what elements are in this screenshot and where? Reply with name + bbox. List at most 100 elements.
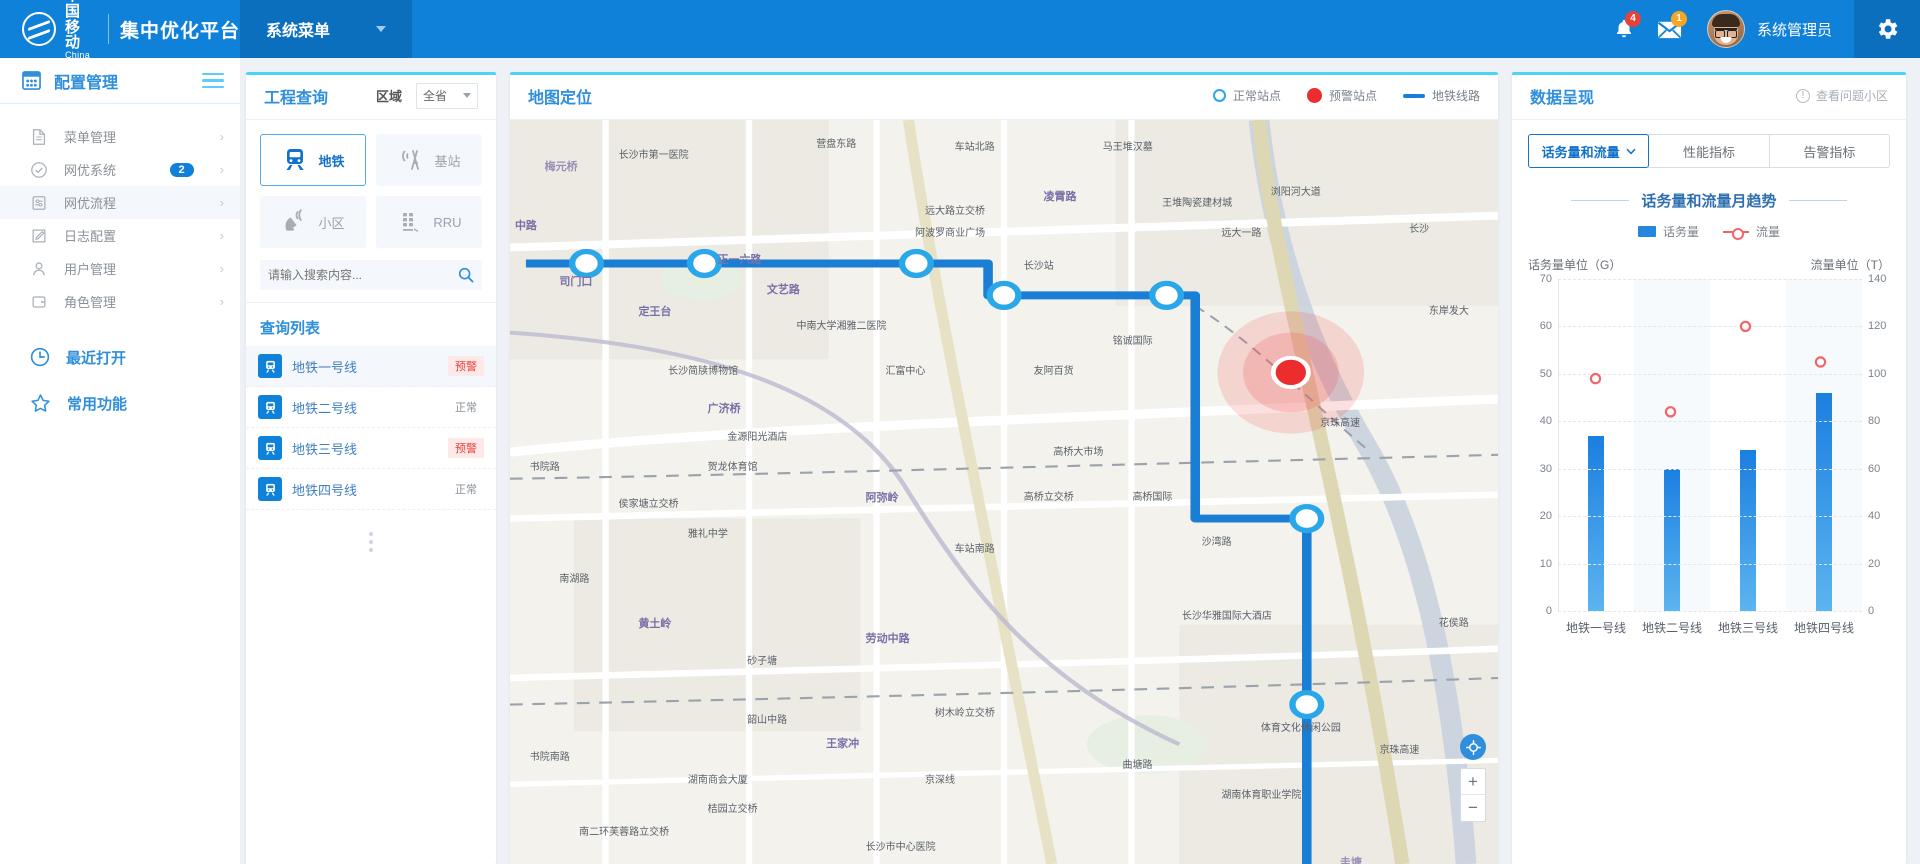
query-list-item-3[interactable]: 地铁四号线 正常 — [246, 469, 496, 510]
chevron-right-icon: › — [219, 195, 224, 210]
header-right: 4 1 系统管理员 — [1601, 0, 1920, 58]
map-label-41: 长沙华雅国际大酒店 — [1181, 611, 1272, 623]
chart-bar-2[interactable] — [1740, 449, 1756, 611]
chevron-right-icon: › — [219, 129, 224, 144]
query-tile-label: RRU — [433, 214, 462, 230]
chart-line-point-0[interactable] — [1589, 372, 1602, 385]
sidebar-item-recent[interactable]: 最近打开 — [0, 334, 240, 380]
data-tab-0[interactable]: 话务量和流量 — [1528, 134, 1650, 168]
search-box[interactable] — [260, 260, 482, 290]
data-panel-tabs: 话务量和流量 性能指标 告警指标 — [1512, 120, 1906, 168]
sidebar-toggle-button[interactable] — [202, 72, 224, 89]
map-label-43: 韶山中路 — [747, 715, 788, 727]
map-label-45: 王家冲 — [826, 737, 860, 750]
search-icon[interactable] — [458, 267, 474, 283]
chart-bar-1[interactable] — [1664, 468, 1680, 611]
sidebar-item-1[interactable]: 网优系统 2 › — [0, 153, 240, 186]
chart-axis-units: 话务量单位（G） 流量单位（T） — [1512, 240, 1906, 273]
check-circle-icon — [31, 161, 47, 178]
more-options-button[interactable] — [246, 510, 496, 574]
brand-name-en: China Mobile — [65, 50, 94, 70]
zoom-out-button[interactable]: − — [1461, 795, 1485, 821]
chevron-down-icon — [1626, 148, 1636, 154]
search-input[interactable] — [268, 268, 458, 282]
legend-item-flow[interactable]: 流量 — [1723, 223, 1780, 240]
map-label-55: 长沙市中心医院 — [865, 841, 936, 853]
data-tab-2[interactable]: 告警指标 — [1768, 134, 1890, 168]
info-icon: ! — [1795, 88, 1810, 103]
china-mobile-logo-icon — [22, 12, 56, 46]
legend-item-traffic[interactable]: 话务量 — [1637, 223, 1699, 240]
antenna-icon — [402, 150, 420, 170]
map-label-37: 京珠高速 — [1320, 417, 1361, 429]
settings-button[interactable] — [1854, 0, 1920, 58]
star-icon — [31, 393, 50, 412]
sidebar-item-2[interactable]: 网优流程 › — [0, 186, 240, 219]
query-tile-0[interactable]: 地铁 — [260, 134, 366, 186]
query-list-item-0[interactable]: 地铁一号线 预警 — [246, 346, 496, 387]
satellite-dish-icon — [285, 209, 303, 231]
query-tile-2[interactable]: 小区 — [260, 196, 366, 248]
map-label-40: 劳动中路 — [865, 633, 910, 646]
legend-subway-line: 地铁线路 — [1402, 87, 1480, 104]
messages-button[interactable]: 1 — [1647, 0, 1693, 58]
sidebar-item-0[interactable]: 菜单管理 › — [0, 120, 240, 153]
chart-line-point-1[interactable] — [1664, 406, 1677, 418]
sidebar-item-5[interactable]: 角色管理 › — [0, 285, 240, 318]
legend-label: 正常站点 — [1232, 89, 1281, 103]
region-label: 区域 — [375, 89, 402, 104]
legend-label: 话务量 — [1662, 225, 1699, 239]
map-label-18: 中南大学湘雅二医院 — [796, 320, 887, 332]
locate-button[interactable] — [1460, 734, 1486, 760]
document-icon — [32, 128, 46, 145]
chart-x-labels: 地铁一号线 地铁二号线 地铁三号线 地铁四号线 — [1558, 619, 1862, 636]
map-label-25: 金源阳光酒店 — [727, 432, 788, 444]
chart-plot-area: 70 60 50 40 30 20 10 0 140 120 100 80 60 40 20 0 — [1540, 273, 1887, 617]
data-panel-header: 数据呈现 ! 查看问题小区 — [1512, 72, 1906, 120]
avatar[interactable] — [1706, 10, 1745, 48]
region-select[interactable]: 全省 — [416, 82, 478, 109]
chart-line-point-2[interactable] — [1739, 320, 1752, 333]
sidebar-item-favorites[interactable]: 常用功能 — [0, 380, 240, 426]
map-label-13: 司门口 — [559, 276, 593, 289]
map-label-20: 汇富中心 — [885, 365, 926, 377]
query-tile-label: 小区 — [318, 215, 345, 231]
subway-icon — [258, 395, 282, 419]
map-canvas[interactable]: 梅元桥 长沙市第一医院 营盘东路 车站北路 马王堆汉墓 浏阳河大道 凌霄路 王堆陶瓷建材城 中路… — [510, 120, 1498, 864]
red-dot-marker-icon — [1306, 88, 1322, 103]
notifications-button[interactable]: 4 — [1601, 0, 1647, 58]
chart-bar-0[interactable] — [1588, 435, 1604, 611]
map-label-0: 梅元桥 — [544, 160, 578, 173]
left-axis-unit: 话务量单位（G） — [1528, 258, 1622, 272]
sidebar-menu: 菜单管理 › 网优系统 2 › 网优流程 › 日志配置 › 用户管理 › 角色管… — [0, 120, 240, 318]
sidebar-item-4[interactable]: 用户管理 › — [0, 252, 240, 285]
query-list-title: 查询列表 — [246, 302, 496, 346]
map-label-6: 凌霄路 — [1043, 190, 1077, 203]
status-badge: 预警 — [448, 356, 484, 376]
chart-y-tick: 70 — [1539, 273, 1552, 285]
sidebar-item-3[interactable]: 日志配置 › — [0, 219, 240, 252]
view-problem-cells-button[interactable]: ! 查看问题小区 — [1795, 87, 1888, 104]
system-menu-button[interactable]: 系统菜单 — [240, 0, 413, 58]
legend-label: 流量 — [1756, 225, 1781, 239]
query-list-item-2[interactable]: 地铁三号线 预警 — [246, 428, 496, 469]
data-tab-1[interactable]: 性能指标 — [1648, 134, 1770, 168]
map-label-12: 阿波罗商业广场 — [915, 227, 986, 239]
query-tile-1[interactable]: 基站 — [376, 134, 482, 186]
edit-icon — [32, 229, 46, 242]
map-label-54: 南二环芙蓉路立交桥 — [579, 826, 670, 838]
user-name[interactable]: 系统管理员 — [1757, 19, 1832, 40]
chart-y-tick: 60 — [1539, 320, 1552, 333]
legend-label: 预警站点 — [1328, 89, 1377, 103]
query-list-item-1[interactable]: 地铁二号线 正常 — [246, 387, 496, 428]
map-label-38: 黄土岭 — [638, 618, 672, 631]
chart-line-point-3[interactable] — [1814, 356, 1827, 368]
chart-y2-tick: 120 — [1868, 320, 1887, 333]
query-tile-3[interactable]: RRU — [376, 196, 482, 248]
chart-x-label-0: 地铁一号线 — [1565, 621, 1626, 635]
map-label-16: 文艺路 — [766, 283, 800, 296]
line-legend-icon — [1723, 227, 1749, 240]
zoom-in-button[interactable]: + — [1461, 769, 1485, 795]
map-label-29: 侯家塘立交桥 — [618, 499, 679, 511]
legend-normal-station: 正常站点 — [1212, 87, 1281, 104]
